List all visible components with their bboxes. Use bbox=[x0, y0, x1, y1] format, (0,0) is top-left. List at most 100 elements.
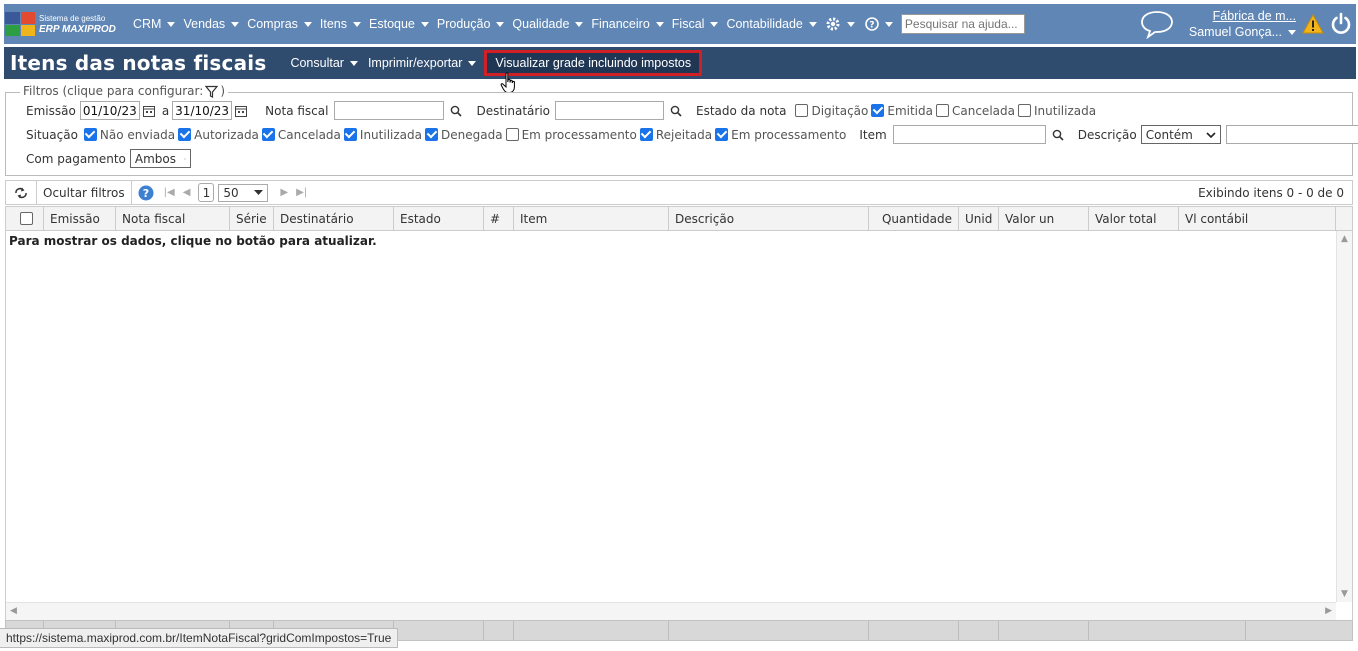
menu-vendas[interactable]: Vendas bbox=[179, 17, 243, 31]
column-descricao[interactable]: Descrição bbox=[669, 207, 869, 230]
menu-financeiro[interactable]: Financeiro bbox=[587, 17, 667, 31]
grid-toolbar: Ocultar filtros ? |◀ ◀ 1 50 ▶ ▶| Exibind… bbox=[5, 180, 1353, 205]
user-block[interactable]: Fábrica de m... Samuel Gonça... bbox=[1189, 8, 1296, 40]
page-title: Itens das notas fiscais bbox=[10, 51, 267, 75]
column-number[interactable]: # bbox=[484, 207, 514, 230]
column-destinatario[interactable]: Destinatário bbox=[274, 207, 394, 230]
main-menu: CRM Vendas Compras Itens Estoque Produçã… bbox=[129, 14, 1025, 34]
search-icon[interactable] bbox=[450, 105, 463, 117]
filters-legend-close: ) bbox=[220, 84, 225, 98]
checkbox-label: Inutilizada bbox=[1033, 103, 1097, 118]
refresh-button[interactable] bbox=[6, 181, 36, 204]
select-all-checkbox[interactable] bbox=[20, 212, 33, 225]
menu-fiscal[interactable]: Fiscal bbox=[668, 17, 723, 31]
column-valor-total[interactable]: Valor total bbox=[1089, 207, 1179, 230]
chevron-down-icon bbox=[184, 158, 186, 160]
user-name: Samuel Gonça... bbox=[1188, 25, 1282, 39]
destinatario-input[interactable] bbox=[555, 101, 665, 120]
calendar-icon[interactable] bbox=[235, 105, 248, 117]
date-separator: a bbox=[161, 103, 170, 118]
column-vl-contabil[interactable]: Vl contábil bbox=[1179, 207, 1336, 230]
menu-label: Itens bbox=[319, 17, 348, 31]
menu-producao[interactable]: Produção bbox=[433, 17, 509, 31]
footer-cell bbox=[394, 621, 484, 640]
situacao-autorizada-checkbox[interactable] bbox=[178, 128, 192, 141]
help-menu[interactable]: ? bbox=[865, 17, 893, 31]
help-search-input[interactable] bbox=[900, 14, 1025, 34]
menu-label: Contabilidade bbox=[726, 17, 803, 31]
situacao-nao-enviada-checkbox[interactable] bbox=[83, 128, 97, 141]
prev-page-icon[interactable]: ◀ bbox=[183, 187, 191, 198]
imprimir-exportar-menu[interactable]: Imprimir/exportar bbox=[368, 56, 477, 70]
date-to-input[interactable]: 31/10/23 bbox=[172, 101, 233, 120]
estado-emitida-checkbox[interactable] bbox=[871, 104, 885, 117]
item-input[interactable] bbox=[892, 125, 1046, 144]
situacao-inutilizada-checkbox[interactable] bbox=[343, 128, 357, 141]
page-size-select[interactable]: 50 bbox=[218, 183, 269, 202]
pagamento-select[interactable]: Ambos bbox=[129, 149, 191, 168]
next-page-icon[interactable]: ▶ bbox=[280, 187, 288, 198]
calendar-icon[interactable] bbox=[142, 105, 155, 117]
company-link[interactable]: Fábrica de m... bbox=[1189, 8, 1296, 24]
horizontal-scrollbar[interactable]: ◀ ▶ bbox=[6, 602, 1336, 620]
column-serie[interactable]: Série bbox=[230, 207, 274, 230]
menu-label: Financeiro bbox=[591, 17, 650, 31]
column-item[interactable]: Item bbox=[514, 207, 669, 230]
page-number-input[interactable]: 1 bbox=[198, 183, 215, 202]
search-icon[interactable] bbox=[1052, 129, 1064, 141]
destinatario-label: Destinatário bbox=[476, 103, 551, 118]
power-icon[interactable] bbox=[1330, 12, 1352, 36]
scroll-up-icon[interactable]: ▲ bbox=[1341, 234, 1348, 244]
menu-label: CRM bbox=[133, 17, 162, 31]
situacao-rejeitada-checkbox[interactable] bbox=[639, 128, 653, 141]
situacao-cancelada-checkbox[interactable] bbox=[261, 128, 275, 141]
gear-icon bbox=[826, 17, 840, 31]
situacao-denegada-checkbox[interactable] bbox=[425, 128, 438, 141]
column-emissao[interactable]: Emissão bbox=[44, 207, 116, 230]
scroll-right-icon[interactable]: ▶ bbox=[1325, 606, 1332, 616]
caret-down-icon bbox=[303, 21, 312, 27]
nota-fiscal-input[interactable] bbox=[334, 101, 445, 120]
estado-inutilizada-checkbox[interactable] bbox=[1017, 104, 1031, 117]
menu-qualidade[interactable]: Qualidade bbox=[508, 17, 587, 31]
descricao-mode-select[interactable]: Contém bbox=[1140, 125, 1221, 144]
svg-text:?: ? bbox=[869, 21, 874, 31]
estado-digitacao-checkbox[interactable] bbox=[795, 104, 809, 117]
consultar-menu[interactable]: Consultar bbox=[290, 56, 358, 70]
checkbox-label: Autorizada bbox=[194, 127, 259, 142]
scroll-down-icon[interactable]: ▼ bbox=[1341, 589, 1348, 599]
settings-menu[interactable] bbox=[825, 16, 855, 32]
warning-icon[interactable] bbox=[1302, 14, 1324, 34]
menu-contabilidade[interactable]: Contabilidade bbox=[722, 17, 820, 31]
column-quantidade[interactable]: Quantidade bbox=[869, 207, 959, 230]
menu-itens[interactable]: Itens bbox=[316, 17, 365, 31]
column-nota-fiscal[interactable]: Nota fiscal bbox=[116, 207, 230, 230]
ocultar-filtros-button[interactable]: Ocultar filtros bbox=[37, 181, 131, 204]
menu-estoque[interactable]: Estoque bbox=[365, 17, 433, 31]
first-page-icon[interactable]: |◀ bbox=[164, 187, 175, 198]
column-estado[interactable]: Estado bbox=[394, 207, 484, 230]
menu-compras[interactable]: Compras bbox=[243, 17, 316, 31]
last-page-icon[interactable]: ▶| bbox=[296, 187, 307, 198]
scroll-left-icon[interactable]: ◀ bbox=[10, 606, 17, 616]
app-logo[interactable]: Sistema de gestão ERP MAXIPROD bbox=[5, 12, 123, 36]
column-valor-un[interactable]: Valor un bbox=[999, 207, 1089, 230]
chat-bubble-icon[interactable] bbox=[1139, 9, 1175, 39]
descricao-input[interactable] bbox=[1225, 125, 1358, 144]
search-icon[interactable] bbox=[670, 105, 682, 117]
estado-cancelada-checkbox[interactable] bbox=[936, 104, 949, 117]
footer-cell bbox=[484, 621, 514, 640]
funnel-icon[interactable] bbox=[205, 85, 219, 98]
help-button[interactable]: ? bbox=[132, 181, 160, 204]
menu-crm[interactable]: CRM bbox=[129, 17, 179, 31]
date-from-input[interactable]: 01/10/23 bbox=[79, 101, 140, 120]
column-unid[interactable]: Unid bbox=[959, 207, 999, 230]
caret-down-icon bbox=[710, 21, 719, 27]
checkbox-label: Cancelada bbox=[952, 103, 1015, 118]
situacao-em-processamento-2-checkbox[interactable] bbox=[715, 128, 729, 141]
menu-label: Compras bbox=[247, 17, 298, 31]
filters-legend[interactable]: Filtros (clique para configurar: ) bbox=[20, 84, 228, 98]
user-menu[interactable]: Samuel Gonça... bbox=[1189, 24, 1296, 40]
vertical-scrollbar[interactable]: ▲ ▼ bbox=[1336, 231, 1352, 602]
situacao-em-processamento-checkbox[interactable] bbox=[505, 128, 519, 141]
